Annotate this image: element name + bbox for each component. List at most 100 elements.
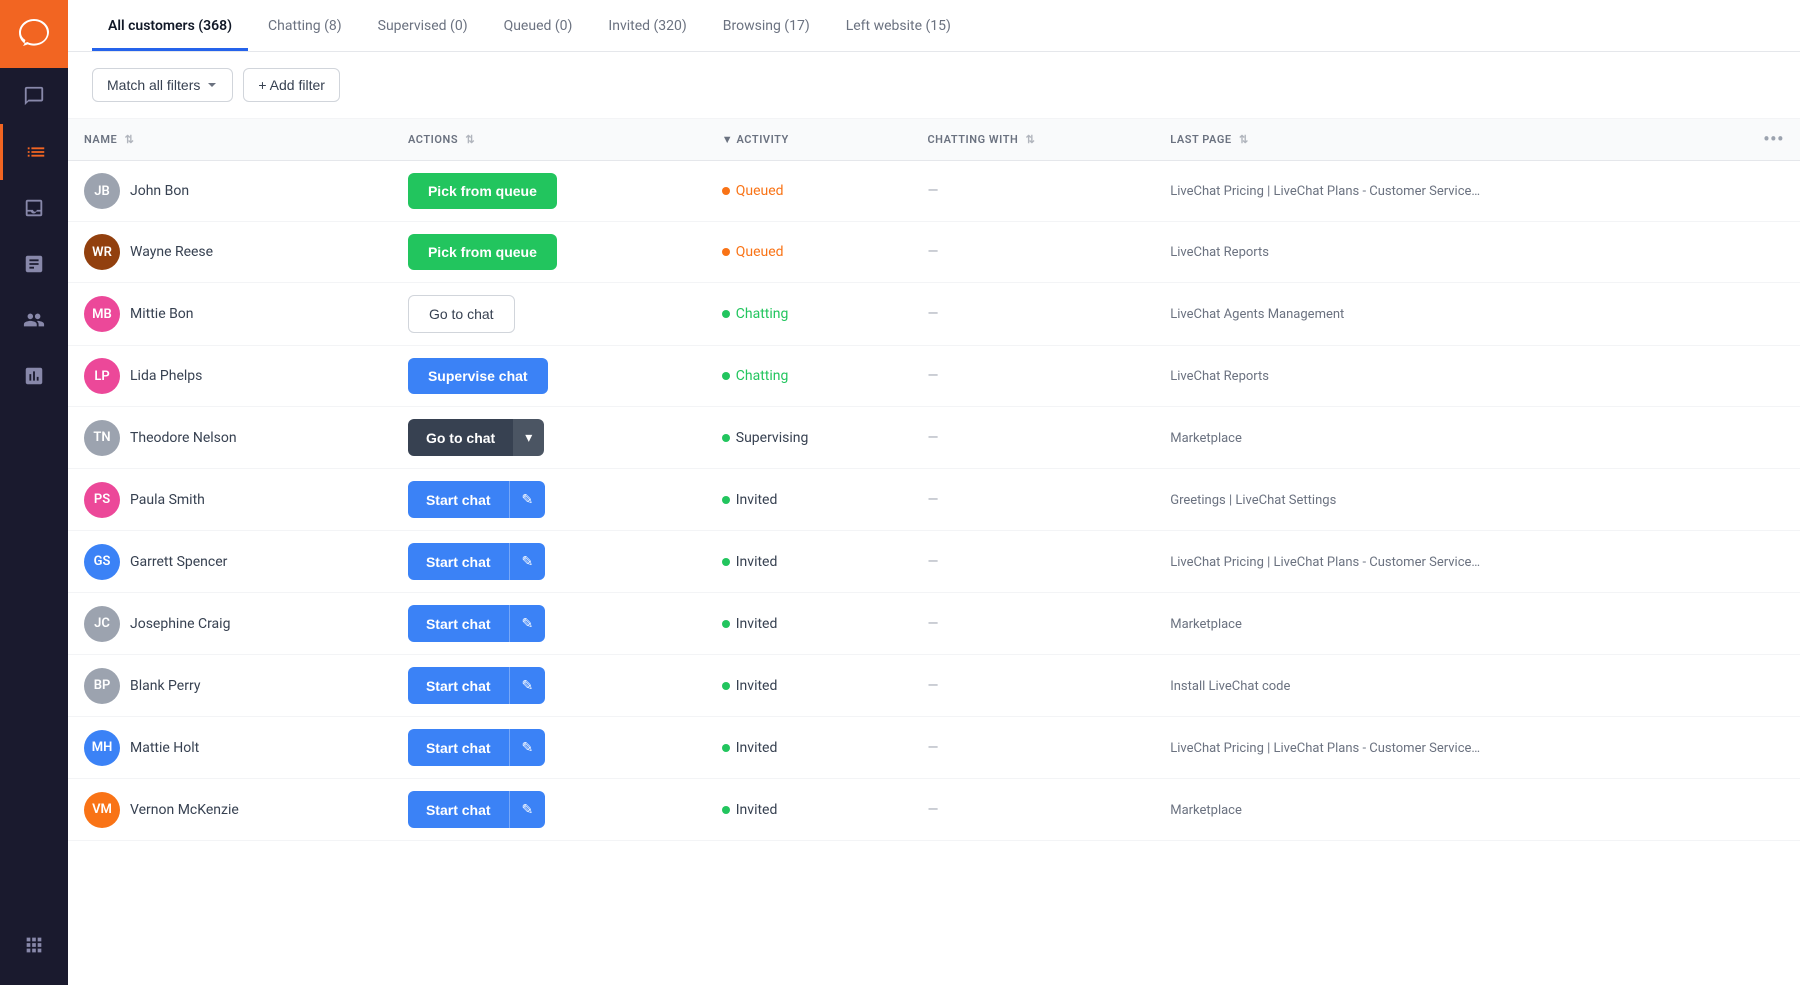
chatting-with-empty: —	[927, 244, 938, 260]
start-chat-button[interactable]: Start chat	[408, 543, 509, 580]
tab-browsing[interactable]: Browsing (17)	[707, 0, 826, 51]
start-chat-button[interactable]: Start chat	[408, 605, 509, 642]
td-last-page: LiveChat Pricing | LiveChat Plans - Cust…	[1154, 531, 1747, 593]
td-chatting-with: —	[911, 717, 1154, 779]
activity-dot	[722, 744, 730, 752]
sidebar-item-customers[interactable]	[0, 124, 68, 180]
td-extra	[1747, 469, 1800, 531]
chatting-with-empty: —	[927, 368, 938, 384]
chatting-with-empty: —	[927, 430, 938, 446]
td-name: BP Blank Perry	[68, 655, 392, 717]
customer-name: Garrett Spencer	[130, 554, 227, 570]
start-chat-button[interactable]: Start chat	[408, 791, 509, 828]
td-chatting-with: —	[911, 655, 1154, 717]
td-actions: Go to chat ▾	[392, 407, 706, 469]
td-actions: Supervise chat	[392, 346, 706, 407]
customer-name: Mittie Bon	[130, 306, 194, 322]
td-extra	[1747, 779, 1800, 841]
td-actions: Start chat ✎	[392, 655, 706, 717]
customer-avatar: TN	[84, 420, 120, 456]
start-chat-edit-button[interactable]: ✎	[509, 791, 546, 828]
td-last-page: Marketplace	[1154, 593, 1747, 655]
match-filter-label: Match all filters	[107, 77, 200, 93]
sidebar-item-apps[interactable]	[0, 917, 68, 973]
tab-all-customers[interactable]: All customers (368)	[92, 0, 248, 51]
add-filter-button[interactable]: + Add filter	[243, 68, 340, 102]
sidebar-item-reports[interactable]	[0, 236, 68, 292]
last-page-text: LiveChat Reports	[1170, 245, 1269, 260]
activity-label: Invited	[736, 554, 778, 570]
td-last-page: LiveChat Agents Management	[1154, 283, 1747, 346]
activity-label: Supervising	[736, 430, 809, 446]
tab-invited[interactable]: Invited (320)	[592, 0, 702, 51]
activity-dot	[722, 496, 730, 504]
pick-from-queue-button[interactable]: Pick from queue	[408, 173, 557, 209]
last-page-text: Marketplace	[1170, 431, 1242, 446]
analytics-icon	[23, 365, 45, 387]
start-chat-edit-button[interactable]: ✎	[509, 605, 546, 642]
sidebar-item-team[interactable]	[0, 292, 68, 348]
sidebar-item-inbox[interactable]	[0, 180, 68, 236]
td-activity: Chatting	[706, 346, 912, 407]
start-chat-edit-button[interactable]: ✎	[509, 543, 546, 580]
goto-chat-button[interactable]: Go to chat	[408, 419, 513, 456]
th-last-page[interactable]: LAST PAGE ⇅	[1154, 119, 1747, 161]
last-page-text: LiveChat Pricing | LiveChat Plans - Cust…	[1170, 741, 1480, 756]
logo[interactable]	[0, 0, 68, 68]
tab-queued[interactable]: Queued (0)	[488, 0, 589, 51]
td-last-page: LiveChat Reports	[1154, 222, 1747, 283]
tabs-bar: All customers (368) Chatting (8) Supervi…	[68, 0, 1800, 52]
th-chatting-with[interactable]: CHATTING WITH ⇅	[911, 119, 1154, 161]
td-last-page: LiveChat Pricing | LiveChat Plans - Cust…	[1154, 161, 1747, 222]
tab-chatting[interactable]: Chatting (8)	[252, 0, 358, 51]
start-chat-button[interactable]: Start chat	[408, 729, 509, 766]
start-chat-edit-button[interactable]: ✎	[509, 481, 546, 518]
start-chat-edit-button[interactable]: ✎	[509, 667, 546, 704]
start-chat-edit-button[interactable]: ✎	[509, 729, 546, 766]
td-chatting-with: —	[911, 593, 1154, 655]
td-name: TN Theodore Nelson	[68, 407, 392, 469]
customer-avatar: JB	[84, 173, 120, 209]
sidebar-item-analytics[interactable]	[0, 348, 68, 404]
td-name: PS Paula Smith	[68, 469, 392, 531]
sidebar-item-chats[interactable]	[0, 68, 68, 124]
td-activity: Chatting	[706, 283, 912, 346]
sort-icon-last-page: ⇅	[1239, 133, 1249, 146]
activity-label: Queued	[736, 244, 784, 260]
table-more-icon[interactable]: •••	[1763, 129, 1784, 150]
td-chatting-with: —	[911, 469, 1154, 531]
customer-name: Wayne Reese	[130, 244, 213, 260]
td-last-page: Marketplace	[1154, 407, 1747, 469]
customer-name: John Bon	[130, 183, 189, 199]
supervise-chat-button[interactable]: Supervise chat	[408, 358, 548, 394]
tab-supervised[interactable]: Supervised (0)	[362, 0, 484, 51]
td-activity: Supervising	[706, 407, 912, 469]
start-chat-button[interactable]: Start chat	[408, 481, 509, 518]
table-header-row: NAME ⇅ ACTIONS ⇅ ▼ ACTIVITY CHATTING WIT…	[68, 119, 1800, 161]
th-actions[interactable]: ACTIONS ⇅	[392, 119, 706, 161]
customer-name: Josephine Craig	[130, 616, 230, 632]
td-name: WR Wayne Reese	[68, 222, 392, 283]
start-chat-button[interactable]: Start chat	[408, 667, 509, 704]
td-chatting-with: —	[911, 407, 1154, 469]
goto-chat-button[interactable]: Go to chat	[408, 295, 515, 333]
match-filter-dropdown[interactable]: Match all filters	[92, 68, 233, 102]
td-last-page: Marketplace	[1154, 779, 1747, 841]
td-activity: Queued	[706, 161, 912, 222]
tab-left-website[interactable]: Left website (15)	[830, 0, 967, 51]
pick-from-queue-button[interactable]: Pick from queue	[408, 234, 557, 270]
goto-chat-arrow-button[interactable]: ▾	[513, 419, 544, 456]
td-extra	[1747, 531, 1800, 593]
activity-dot	[722, 372, 730, 380]
sort-icon-name: ⇅	[125, 133, 135, 146]
td-actions: Start chat ✎	[392, 469, 706, 531]
th-name[interactable]: NAME ⇅	[68, 119, 392, 161]
th-more: •••	[1747, 119, 1800, 161]
table-row: GS Garrett Spencer Start chat ✎ Invited …	[68, 531, 1800, 593]
td-last-page: LiveChat Reports	[1154, 346, 1747, 407]
td-chatting-with: —	[911, 222, 1154, 283]
th-activity[interactable]: ▼ ACTIVITY	[706, 119, 912, 161]
chatting-with-empty: —	[927, 554, 938, 570]
td-actions: Start chat ✎	[392, 531, 706, 593]
activity-label: Invited	[736, 492, 778, 508]
